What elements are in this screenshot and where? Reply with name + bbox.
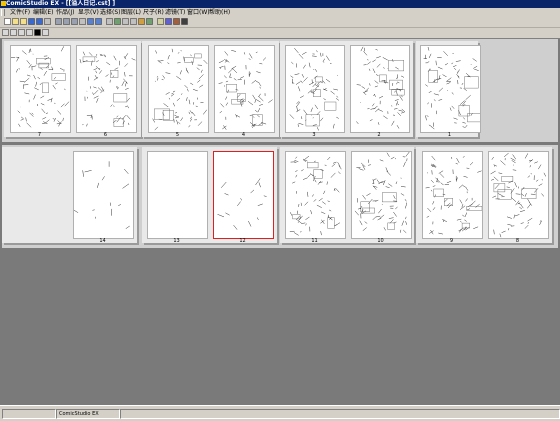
export-icon[interactable] [114,18,121,25]
page-number: 11 [305,238,325,244]
menu-help[interactable]: 帮助(H) [209,9,230,16]
help-icon[interactable] [181,18,188,25]
close-icon[interactable] [44,18,51,25]
main-toolbar [0,17,560,28]
page-thumbnail[interactable] [10,45,71,133]
page-number: 10 [371,238,391,244]
page-row-1: 7654321 [2,39,558,142]
page-list-icon[interactable] [146,18,153,25]
open-story-icon[interactable] [20,18,27,25]
status-pane-1 [2,409,56,419]
menu-select[interactable]: 选择(S) [100,9,121,16]
save-all-icon[interactable] [36,18,43,25]
copy-icon[interactable] [63,18,70,25]
menu-file[interactable]: 文件(F) [10,9,30,16]
menu-window[interactable]: 窗口(W) [187,9,210,16]
page-manager-workspace[interactable]: 7654321 141312111098 [0,39,560,405]
page-settings-icon[interactable] [130,18,137,25]
page-thumbnail[interactable] [147,151,208,239]
page-thumbnail[interactable] [351,151,412,239]
paste-icon[interactable] [71,18,78,25]
page-number: 2 [369,132,389,138]
save-icon[interactable] [28,18,35,25]
page-number: 6 [96,132,116,138]
page-number: 1 [440,132,460,138]
secondary-toolbar [0,28,560,39]
properties-icon[interactable] [122,18,129,25]
page-spread[interactable]: 11 10 [280,147,414,243]
redo-icon[interactable] [95,18,102,25]
menubar-grip[interactable] [1,9,5,16]
window-title: ComicStudio EX - [[溢人日记.cst] ] [6,0,115,8]
hand-icon[interactable] [42,29,49,36]
page-number: 5 [168,132,188,138]
spread-icon[interactable] [165,18,172,25]
page-thumbnail[interactable] [73,151,134,239]
delete-icon[interactable] [79,18,86,25]
menu-edit[interactable]: 编辑(E) [33,9,53,16]
arrow-cursor-icon[interactable] [34,29,41,36]
new-icon[interactable] [4,18,11,25]
page-spread[interactable]: 1 [416,41,478,137]
undo-icon[interactable] [87,18,94,25]
status-pane-app: ComicStudio EX [56,409,120,419]
page-thumbnail[interactable] [213,151,274,239]
menu-work[interactable]: 作品(J) [56,9,74,16]
page-number: 3 [304,132,324,138]
menu-filter[interactable]: 滤镜(T) [165,9,185,16]
page-row-2: 141312111098 [2,145,558,248]
page-number: 12 [233,238,253,244]
rotate-icon[interactable] [26,29,33,36]
page-number: 8 [508,238,528,244]
thumbnail-icon[interactable] [157,18,164,25]
page-number: 9 [442,238,462,244]
page-thumbnail[interactable] [76,45,137,133]
play-icon[interactable] [18,29,25,36]
page-spread[interactable]: 54 [142,41,279,137]
page-thumbnail[interactable] [350,45,410,133]
page-thumbnail[interactable] [148,45,209,133]
title-bar: ComicStudio EX - [[溢人日记.cst] ] [0,0,560,8]
page-spread[interactable]: 76 [4,41,141,137]
page-spread[interactable]: 14 [2,147,137,243]
page-thumbnail[interactable] [285,151,346,239]
page-number: 13 [167,238,187,244]
page-spread[interactable]: 13 12 [142,147,277,243]
menu-layer[interactable]: 图层(L) [121,9,141,16]
page-thumbnail[interactable] [214,45,275,133]
page-thumbnail[interactable] [285,45,345,133]
menu-view[interactable]: 显示(V) [78,9,99,16]
menu-bar: 文件(F) 编辑(E) 作品(J) 显示(V) 选择(S) 图层(L) 尺子(R… [0,8,560,17]
page-spread[interactable]: 32 [280,41,413,137]
page-number: 14 [93,238,113,244]
single-page-icon[interactable] [10,29,17,36]
menu-ruler[interactable]: 尺子(R) [143,9,164,16]
status-pane-3 [120,409,560,419]
page-thumbnail[interactable] [488,151,549,239]
page-number: 4 [234,132,254,138]
cut-icon[interactable] [55,18,62,25]
open-icon[interactable] [12,18,19,25]
page-thumbnail[interactable] [422,151,483,239]
page-number: 7 [30,132,50,138]
print-icon[interactable] [106,18,113,25]
book-icon[interactable] [173,18,180,25]
view-mode-icon[interactable] [2,29,9,36]
status-bar: ComicStudio EX [0,405,560,421]
page-spread[interactable]: 98 [416,147,552,243]
import-icon[interactable] [138,18,145,25]
page-thumbnail[interactable] [420,45,481,133]
